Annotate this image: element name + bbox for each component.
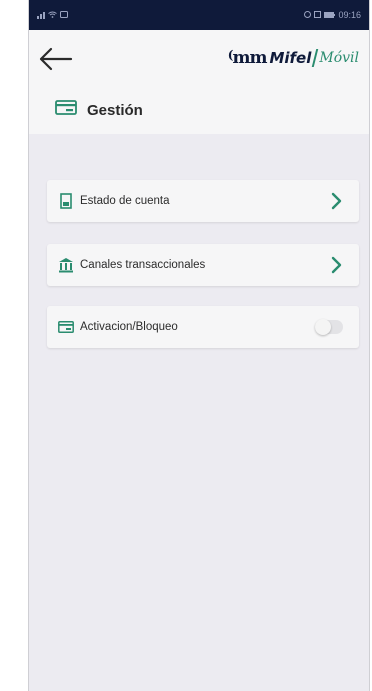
bank-icon: [58, 257, 74, 273]
page-title: Gestión: [87, 101, 143, 119]
status-time: 09:16: [338, 10, 361, 20]
app-header: (mm Mifel Móvil Gestión: [29, 30, 369, 134]
signal-icon: [37, 11, 45, 19]
status-right-icons: 09:16: [304, 10, 361, 20]
menu-item-canales-transaccionales[interactable]: Canales transaccionales: [47, 244, 359, 286]
status-bar: 09:16: [29, 0, 369, 30]
mifel-logo: (mm Mifel Móvil: [228, 47, 359, 69]
menu-item-label: Activacion/Bloqueo: [80, 321, 178, 333]
alarm-icon: [304, 10, 312, 20]
section-header: Gestión: [55, 100, 143, 120]
screen-frame: 09:16 (mm Mifel Móvil Gestión Estado de …: [0, 0, 372, 691]
card-icon: [55, 100, 77, 120]
menu-item-label: Canales transaccionales: [80, 259, 206, 271]
logo-separator: [312, 49, 319, 67]
chevron-right-icon: [331, 256, 342, 274]
document-icon: [58, 193, 74, 209]
activation-toggle[interactable]: [315, 319, 343, 335]
toggle-knob: [315, 319, 331, 335]
notification-icon: [60, 10, 68, 20]
nfc-icon: [314, 10, 322, 20]
menu-item-activacion-bloqueo: Activacion/Bloqueo: [47, 306, 359, 348]
arrow-left-icon: [39, 47, 73, 71]
logo-brand: Mifel: [269, 49, 312, 67]
chevron-right-icon: [331, 192, 342, 210]
logo-subtitle: Móvil: [319, 50, 359, 66]
phone-screen: 09:16 (mm Mifel Móvil Gestión Estado de …: [28, 0, 370, 691]
status-left-icons: [37, 10, 68, 20]
wifi-icon: [48, 10, 57, 20]
menu-item-estado-de-cuenta[interactable]: Estado de cuenta: [47, 180, 359, 222]
battery-icon: [324, 10, 336, 20]
menu-item-label: Estado de cuenta: [80, 195, 170, 207]
logo-mark: (mm: [227, 48, 268, 68]
back-button[interactable]: [37, 44, 73, 74]
card-icon: [58, 319, 74, 335]
